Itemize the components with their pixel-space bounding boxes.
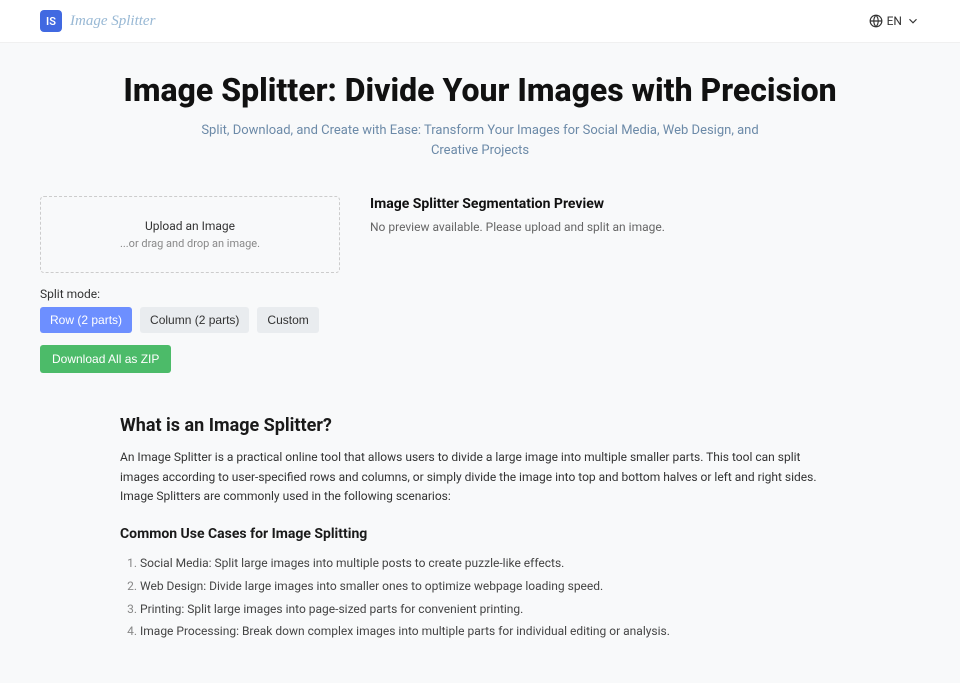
language-code: EN xyxy=(887,14,902,28)
logo-text: Image Splitter xyxy=(70,13,155,30)
mode-row-button[interactable]: Row (2 parts) xyxy=(40,307,132,333)
mode-column-button[interactable]: Column (2 parts) xyxy=(140,307,249,333)
page-title: Image Splitter: Divide Your Images with … xyxy=(40,71,920,109)
list-item: Web Design: Divide large images into sma… xyxy=(140,575,840,598)
list-item: Image Processing: Break down complex ima… xyxy=(140,620,840,643)
page-subtitle: Split, Download, and Create with Ease: T… xyxy=(180,121,780,160)
mode-custom-button[interactable]: Custom xyxy=(257,307,318,333)
language-switcher[interactable]: EN xyxy=(869,14,920,28)
split-mode-label: Split mode: xyxy=(40,287,920,301)
logo-badge: IS xyxy=(40,10,62,32)
preview-panel: Image Splitter Segmentation Preview No p… xyxy=(370,196,920,273)
upload-dropzone[interactable]: Upload an Image ...or drag and drop an i… xyxy=(40,196,340,273)
download-zip-button[interactable]: Download All as ZIP xyxy=(40,345,171,373)
upload-hint: ...or drag and drop an image. xyxy=(53,237,327,250)
preview-title: Image Splitter Segmentation Preview xyxy=(370,196,920,212)
list-item: Printing: Split large images into page-s… xyxy=(140,598,840,621)
info-description: An Image Splitter is a practical online … xyxy=(120,448,840,506)
controls: Split mode: Row (2 parts) Column (2 part… xyxy=(40,287,920,373)
upload-title: Upload an Image xyxy=(53,219,327,233)
preview-empty-message: No preview available. Please upload and … xyxy=(370,220,920,234)
logo[interactable]: IS Image Splitter xyxy=(40,10,155,32)
globe-icon xyxy=(869,14,883,28)
list-item: Social Media: Split large images into mu… xyxy=(140,552,840,575)
info-heading: What is an Image Splitter? xyxy=(120,415,840,436)
chevron-down-icon xyxy=(906,14,920,28)
use-cases-list: Social Media: Split large images into mu… xyxy=(120,552,840,643)
header: IS Image Splitter EN xyxy=(0,0,960,43)
